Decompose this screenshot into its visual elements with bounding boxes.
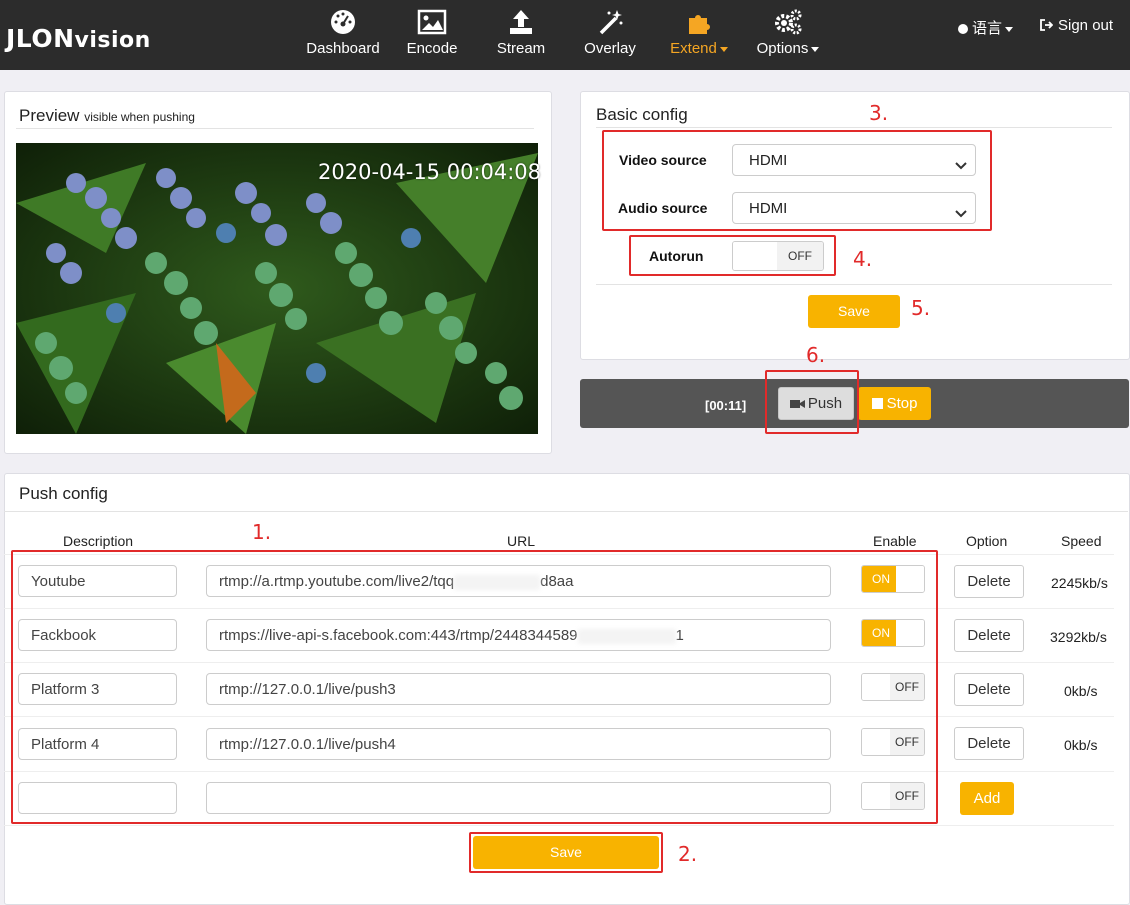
image-icon	[387, 8, 477, 36]
push-row-delete-button[interactable]: Delete	[954, 673, 1024, 706]
chevron-down-icon	[1005, 26, 1014, 32]
preview-timestamp: 2020-04-15 00:04:08	[318, 160, 542, 184]
preview-title-text: Preview	[19, 106, 80, 125]
gears-icon	[743, 8, 833, 36]
preview-subtitle: visible when pushing	[84, 110, 195, 124]
signout-link[interactable]: Sign out	[1040, 17, 1113, 35]
annotation-label-4: 4.	[853, 247, 873, 271]
language-menu[interactable]: 语言	[958, 17, 1014, 38]
divider	[4, 511, 1128, 512]
col-header-description: Description	[63, 533, 134, 549]
brand-logo[interactable]: JLONvision	[6, 24, 151, 53]
nav-extend-label: Extend	[670, 40, 717, 57]
annotation-label-2: 2.	[678, 842, 698, 866]
annotation-box-2	[469, 832, 663, 873]
col-header-option: Option	[966, 533, 1008, 549]
add-row-button[interactable]: Add	[960, 782, 1014, 815]
push-row-speed: 3292kb/s	[1050, 629, 1107, 645]
nav-encode[interactable]: Encode	[387, 8, 477, 57]
annotation-box-4	[629, 235, 836, 276]
basic-config-title: Basic config	[596, 105, 688, 124]
nav-extend[interactable]: Extend	[654, 8, 744, 57]
divider	[596, 127, 1112, 128]
col-header-speed: Speed	[1061, 533, 1102, 549]
divider	[596, 284, 1112, 285]
annotation-label-1: 1.	[252, 520, 272, 544]
nav-stream-label: Stream	[496, 40, 546, 57]
push-config-title: Push config	[19, 484, 108, 503]
language-label: 语言	[972, 20, 1003, 37]
nav-encode-label: Encode	[406, 40, 458, 57]
upload-icon	[476, 8, 566, 36]
annotation-label-6: 6.	[806, 343, 826, 367]
nav-overlay[interactable]: Overlay	[565, 8, 655, 57]
signout-label: Sign out	[1058, 17, 1114, 34]
push-row-delete-button[interactable]: Delete	[954, 727, 1024, 760]
basic-config-save-button[interactable]: Save	[808, 295, 900, 328]
logo-suffix-text: vision	[74, 28, 151, 53]
nav-dashboard-label: Dashboard	[306, 40, 380, 57]
push-row-speed: 0kb/s	[1064, 737, 1098, 753]
magic-wand-icon	[565, 8, 655, 36]
nav-overlay-label: Overlay	[584, 40, 636, 57]
stop-button[interactable]: Stop	[858, 387, 931, 420]
col-header-url: URL	[507, 533, 536, 549]
signout-icon	[1040, 18, 1054, 35]
nav-dashboard[interactable]: Dashboard	[298, 8, 388, 57]
push-row-delete-button[interactable]: Delete	[954, 619, 1024, 652]
stop-button-label: Stop	[886, 395, 918, 412]
annotation-label-5: 5.	[911, 296, 931, 320]
push-elapsed-time: [00:11]	[705, 398, 747, 413]
annotation-label-3: 3.	[869, 101, 889, 125]
push-row-delete-button[interactable]: Delete	[954, 565, 1024, 598]
chevron-down-icon	[719, 46, 728, 52]
logo-main-text: JLON	[6, 24, 75, 53]
annotation-box-6	[765, 370, 859, 434]
push-row-speed: 0kb/s	[1064, 683, 1098, 699]
puzzle-icon	[654, 8, 744, 36]
globe-icon	[958, 24, 968, 35]
col-header-enable: Enable	[873, 533, 917, 549]
chevron-down-icon	[811, 46, 820, 52]
push-row-speed: 2245kb/s	[1051, 575, 1108, 591]
top-navbar: JLONvision Dashboard Encode Stream Overl…	[0, 0, 1130, 70]
nav-stream[interactable]: Stream	[476, 8, 566, 57]
preview-image	[16, 143, 538, 434]
dashboard-gauge-icon	[298, 8, 388, 36]
preview-title: Preview visible when pushing	[19, 106, 195, 126]
divider	[16, 128, 534, 129]
nav-options-label: Options	[756, 40, 809, 57]
row-divider	[4, 825, 1114, 826]
nav-options[interactable]: Options	[743, 8, 833, 57]
stop-square-icon	[871, 397, 883, 409]
annotation-box-1	[11, 550, 938, 824]
annotation-box-3	[602, 130, 992, 231]
